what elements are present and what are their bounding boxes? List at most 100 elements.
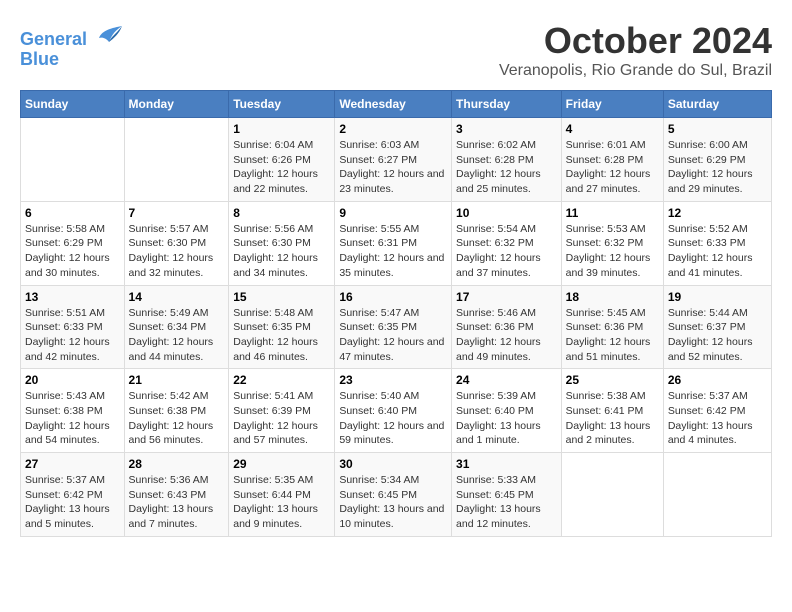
calendar-cell: 6Sunrise: 5:58 AMSunset: 6:29 PMDaylight… [21,201,125,285]
calendar-table: SundayMondayTuesdayWednesdayThursdayFrid… [20,90,772,537]
day-info: Sunrise: 6:03 AMSunset: 6:27 PMDaylight:… [339,138,447,197]
calendar-cell [561,453,663,537]
day-info: Sunrise: 5:54 AMSunset: 6:32 PMDaylight:… [456,222,557,281]
day-info: Sunrise: 5:55 AMSunset: 6:31 PMDaylight:… [339,222,447,281]
day-info: Sunrise: 5:44 AMSunset: 6:37 PMDaylight:… [668,306,767,365]
calendar-cell: 12 Sunrise: 5:52 AMSunset: 6:33 PMDayligh… [663,201,771,285]
day-number: 11 [566,206,659,220]
calendar-cell: 14 Sunrise: 5:49 AMSunset: 6:34 PMDayligh… [124,285,229,369]
calendar-week-row: 6Sunrise: 5:58 AMSunset: 6:29 PMDaylight… [21,201,772,285]
day-info: Sunrise: 5:52 AMSunset: 6:33 PMDaylight:… [668,222,767,281]
day-number: 8 [233,206,330,220]
weekday-header: Friday [561,91,663,118]
calendar-header-row: SundayMondayTuesdayWednesdayThursdayFrid… [21,91,772,118]
calendar-cell: 15Sunrise: 5:48 AMSunset: 6:35 PMDayligh… [229,285,335,369]
calendar-cell: 5 Sunrise: 6:00 AMSunset: 6:29 PMDaylight… [663,118,771,202]
calendar-cell: 20 Sunrise: 5:43 AMSunset: 6:38 PMDayligh… [21,369,125,453]
weekday-header: Saturday [663,91,771,118]
day-number: 14 [129,290,225,304]
calendar-cell: 27 Sunrise: 5:37 AMSunset: 6:42 PMDayligh… [21,453,125,537]
calendar-cell: 11 Sunrise: 5:53 AMSunset: 6:32 PMDayligh… [561,201,663,285]
weekday-header: Thursday [452,91,562,118]
calendar-week-row: 27 Sunrise: 5:37 AMSunset: 6:42 PMDayligh… [21,453,772,537]
calendar-cell: 19 Sunrise: 5:44 AMSunset: 6:37 PMDayligh… [663,285,771,369]
calendar-cell: 4Sunrise: 6:01 AMSunset: 6:28 PMDaylight… [561,118,663,202]
calendar-cell: 17 Sunrise: 5:46 AMSunset: 6:36 PMDayligh… [452,285,562,369]
day-number: 17 [456,290,557,304]
calendar-cell: 30 Sunrise: 5:34 AMSunset: 6:45 PMDayligh… [335,453,452,537]
day-number: 22 [233,373,330,387]
day-number: 12 [668,206,767,220]
day-number: 24 [456,373,557,387]
day-number: 5 [668,122,767,136]
weekday-header: Sunday [21,91,125,118]
calendar-week-row: 20 Sunrise: 5:43 AMSunset: 6:38 PMDayligh… [21,369,772,453]
day-info: Sunrise: 5:53 AMSunset: 6:32 PMDaylight:… [566,222,659,281]
day-number: 30 [339,457,447,471]
day-number: 15 [233,290,330,304]
month-title: October 2024 [499,20,772,62]
day-number: 16 [339,290,447,304]
day-info: Sunrise: 5:38 AMSunset: 6:41 PMDaylight:… [566,389,659,448]
calendar-cell: 7Sunrise: 5:57 AMSunset: 6:30 PMDaylight… [124,201,229,285]
calendar-cell: 23Sunrise: 5:40 AMSunset: 6:40 PMDayligh… [335,369,452,453]
calendar-cell: 16 Sunrise: 5:47 AMSunset: 6:35 PMDayligh… [335,285,452,369]
calendar-cell: 18 Sunrise: 5:45 AMSunset: 6:36 PMDayligh… [561,285,663,369]
day-info: Sunrise: 6:00 AMSunset: 6:29 PMDaylight:… [668,138,767,197]
day-info: Sunrise: 5:41 AMSunset: 6:39 PMDaylight:… [233,389,330,448]
weekday-header: Wednesday [335,91,452,118]
day-info: Sunrise: 5:36 AMSunset: 6:43 PMDaylight:… [129,473,225,532]
day-number: 31 [456,457,557,471]
calendar-cell: 24Sunrise: 5:39 AMSunset: 6:40 PMDayligh… [452,369,562,453]
day-info: Sunrise: 6:02 AMSunset: 6:28 PMDaylight:… [456,138,557,197]
logo-bird-icon [94,20,124,45]
day-number: 26 [668,373,767,387]
calendar-cell [663,453,771,537]
day-number: 23 [339,373,447,387]
title-block: October 2024 Veranopolis, Rio Grande do … [499,20,772,80]
day-number: 2 [339,122,447,136]
day-number: 19 [668,290,767,304]
day-info: Sunrise: 5:47 AMSunset: 6:35 PMDaylight:… [339,306,447,365]
calendar-cell: 28 Sunrise: 5:36 AMSunset: 6:43 PMDayligh… [124,453,229,537]
day-number: 7 [129,206,225,220]
day-number: 29 [233,457,330,471]
day-number: 27 [25,457,120,471]
day-info: Sunrise: 5:43 AMSunset: 6:38 PMDaylight:… [25,389,120,448]
day-number: 20 [25,373,120,387]
day-info: Sunrise: 5:46 AMSunset: 6:36 PMDaylight:… [456,306,557,365]
day-number: 10 [456,206,557,220]
calendar-week-row: 13 Sunrise: 5:51 AMSunset: 6:33 PMDayligh… [21,285,772,369]
day-info: Sunrise: 5:33 AMSunset: 6:45 PMDaylight:… [456,473,557,532]
logo: General Blue [20,20,124,70]
calendar-cell [21,118,125,202]
calendar-cell [124,118,229,202]
day-info: Sunrise: 5:37 AMSunset: 6:42 PMDaylight:… [25,473,120,532]
day-info: Sunrise: 5:34 AMSunset: 6:45 PMDaylight:… [339,473,447,532]
logo-text: General [20,20,124,50]
calendar-cell: 1Sunrise: 6:04 AMSunset: 6:26 PMDaylight… [229,118,335,202]
calendar-cell: 25Sunrise: 5:38 AMSunset: 6:41 PMDayligh… [561,369,663,453]
day-number: 21 [129,373,225,387]
day-info: Sunrise: 5:45 AMSunset: 6:36 PMDaylight:… [566,306,659,365]
calendar-cell: 3 Sunrise: 6:02 AMSunset: 6:28 PMDaylight… [452,118,562,202]
calendar-cell: 8Sunrise: 5:56 AMSunset: 6:30 PMDaylight… [229,201,335,285]
day-info: Sunrise: 6:04 AMSunset: 6:26 PMDaylight:… [233,138,330,197]
calendar-cell: 22 Sunrise: 5:41 AMSunset: 6:39 PMDayligh… [229,369,335,453]
day-number: 18 [566,290,659,304]
day-number: 13 [25,290,120,304]
day-info: Sunrise: 5:49 AMSunset: 6:34 PMDaylight:… [129,306,225,365]
day-number: 28 [129,457,225,471]
calendar-cell: 9Sunrise: 5:55 AMSunset: 6:31 PMDaylight… [335,201,452,285]
weekday-header: Tuesday [229,91,335,118]
weekday-header: Monday [124,91,229,118]
day-number: 3 [456,122,557,136]
location-title: Veranopolis, Rio Grande do Sul, Brazil [499,62,772,80]
calendar-cell: 13 Sunrise: 5:51 AMSunset: 6:33 PMDayligh… [21,285,125,369]
day-info: Sunrise: 6:01 AMSunset: 6:28 PMDaylight:… [566,138,659,197]
calendar-cell: 26 Sunrise: 5:37 AMSunset: 6:42 PMDayligh… [663,369,771,453]
calendar-cell: 31 Sunrise: 5:33 AMSunset: 6:45 PMDayligh… [452,453,562,537]
day-info: Sunrise: 5:37 AMSunset: 6:42 PMDaylight:… [668,389,767,448]
day-info: Sunrise: 5:42 AMSunset: 6:38 PMDaylight:… [129,389,225,448]
day-info: Sunrise: 5:51 AMSunset: 6:33 PMDaylight:… [25,306,120,365]
